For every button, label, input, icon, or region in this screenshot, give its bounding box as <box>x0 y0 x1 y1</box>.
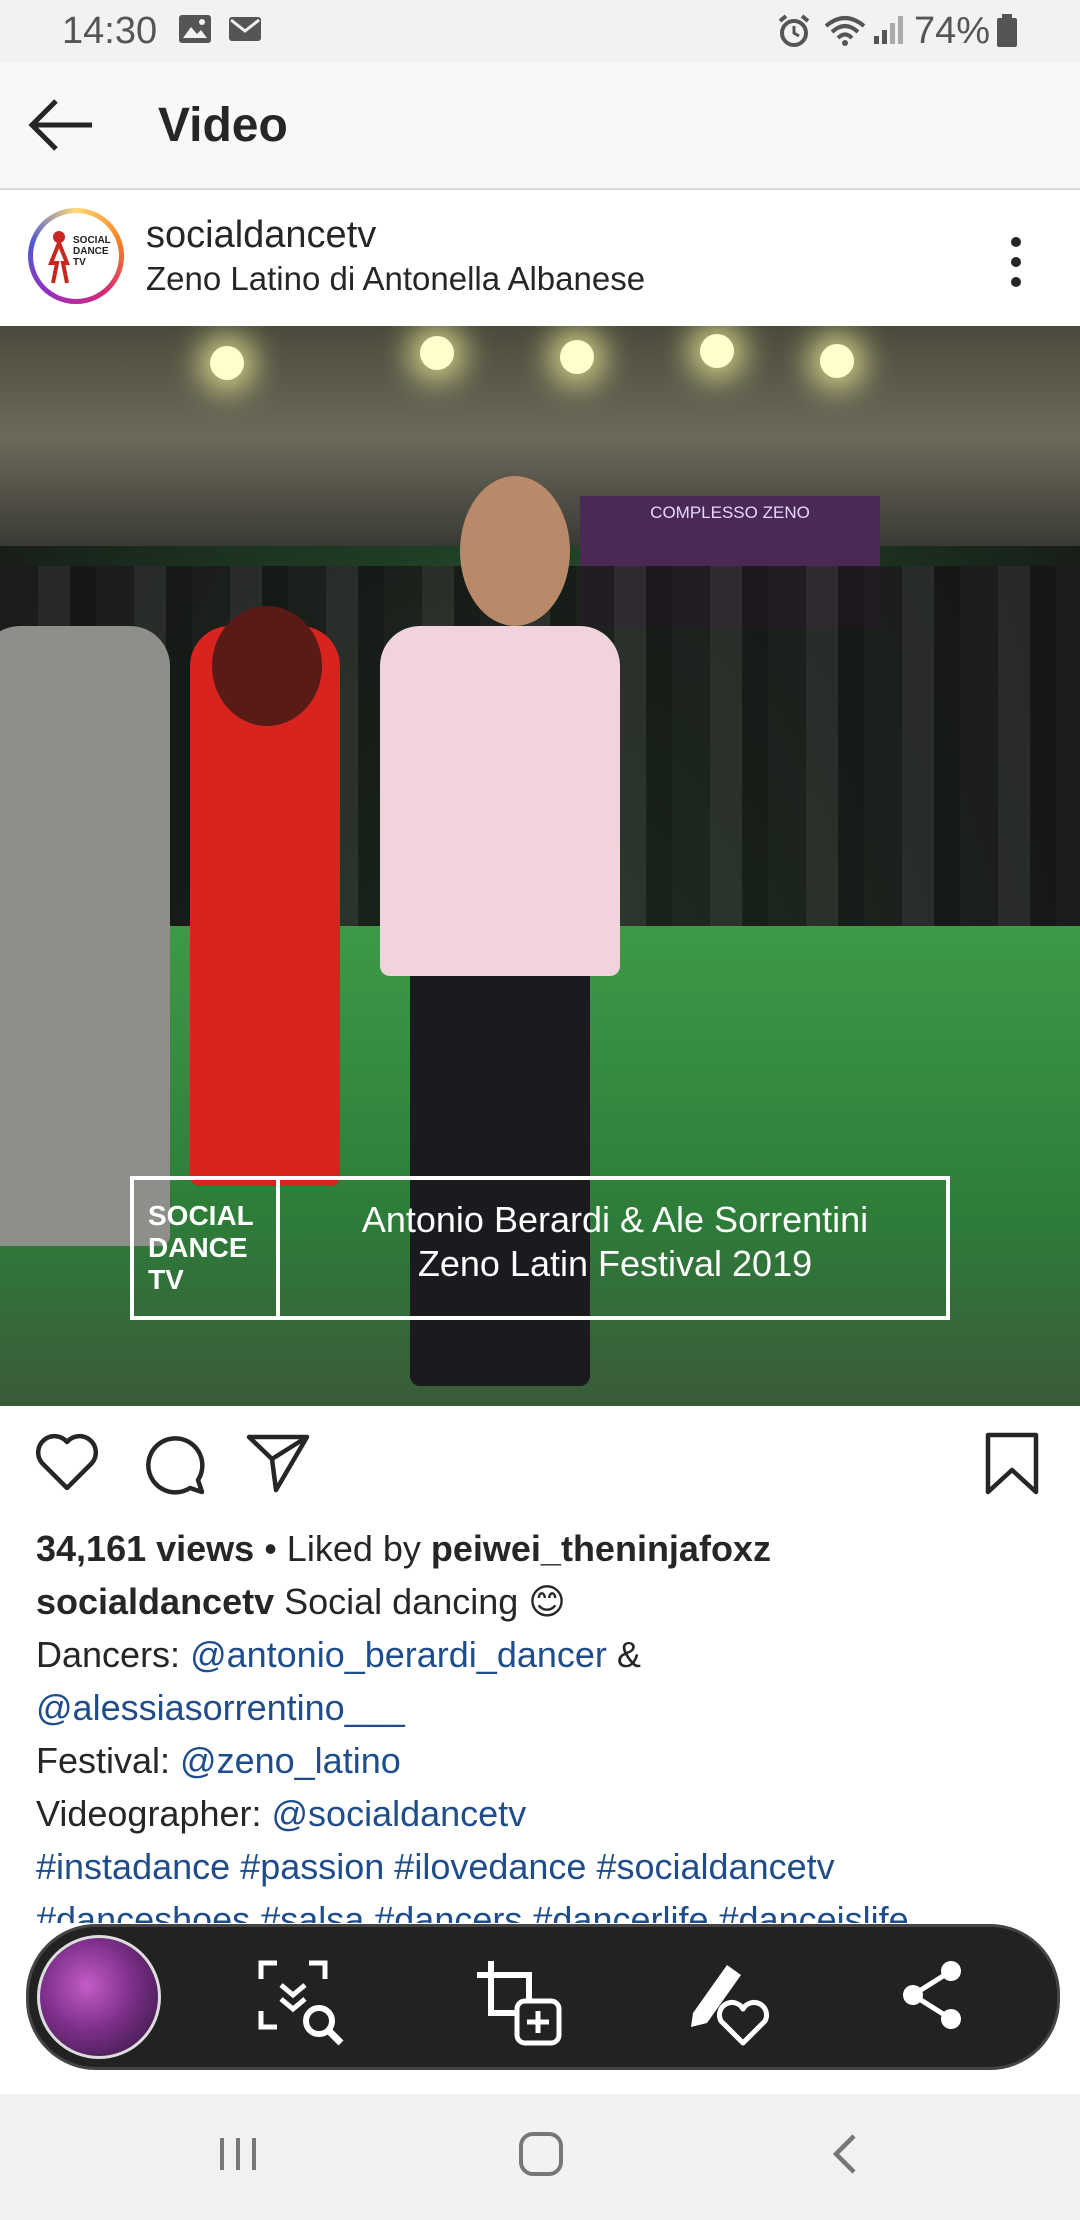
battery-percent: 74% <box>914 10 991 52</box>
post-location[interactable]: Zeno Latino di Antonella Albanese <box>146 260 645 298</box>
hashtag-link[interactable]: #salsa <box>260 1899 364 1923</box>
festival-label: Festival: <box>36 1740 181 1781</box>
home-icon[interactable] <box>516 2124 566 2184</box>
comment-icon[interactable] <box>142 1432 206 1496</box>
app-bar: Video <box>0 62 1080 190</box>
videographer-label: Videographer: <box>36 1793 272 1834</box>
alarm-icon <box>778 14 810 47</box>
stage-light <box>560 340 594 374</box>
overlay-caption-line: Antonio Berardi & Ale Sorrentini <box>361 1199 869 1240</box>
stage-light <box>210 346 244 380</box>
video-player[interactable]: COMPLESSO ZENO SOCIAL DANCE TV Antonio B… <box>0 326 1080 1406</box>
caption-row: socialdancetv Social dancing 😊 <box>36 1575 1046 1628</box>
stage-light <box>820 344 854 378</box>
liked-by-user[interactable]: peiwei_theninjafoxz <box>431 1528 771 1569</box>
hashtag-link[interactable]: #passion <box>240 1846 384 1887</box>
post-header: SOCIAL DANCE TV socialdancetv Zeno Latin… <box>0 190 1080 326</box>
signal-icon <box>874 16 903 44</box>
mention-link[interactable]: @antonio_berardi_dancer <box>190 1634 607 1675</box>
likes-row: 34,161 views • Liked by peiwei_theninjaf… <box>36 1522 1046 1575</box>
bookmark-icon[interactable] <box>984 1432 1040 1496</box>
dancer-figure <box>212 606 322 726</box>
stage-light <box>700 334 734 368</box>
hashtag-link[interactable]: #ilovedance <box>394 1846 586 1887</box>
share-icon[interactable] <box>895 1957 985 2047</box>
hashtag-link[interactable]: #dancerlife <box>532 1899 708 1923</box>
hashtag-link[interactable]: #danceislife <box>719 1899 909 1923</box>
mention-link[interactable]: @alessiasorrentino___ <box>36 1687 405 1728</box>
avatar-logo-line: TV <box>73 257 86 268</box>
hashtags-row: #danceshoes #salsa #dancers #dancerlife … <box>36 1893 1046 1923</box>
overlay-brand-line: DANCE <box>148 1232 248 1263</box>
and-text: & <box>606 1634 641 1675</box>
battery-icon <box>997 14 1017 47</box>
wifi-icon <box>824 16 866 46</box>
caption-text: Social dancing 😊 <box>274 1581 566 1622</box>
mention-link[interactable]: @zeno_latino <box>180 1740 401 1781</box>
avatar[interactable]: SOCIAL DANCE TV <box>28 208 124 304</box>
dancer-figure <box>410 956 590 1386</box>
stage-light <box>420 336 454 370</box>
send-icon[interactable] <box>246 1432 310 1494</box>
dancer-figure <box>0 626 170 1246</box>
post-details: 34,161 views • Liked by peiwei_theninjaf… <box>36 1522 1046 1923</box>
avatar-logo-line: DANCE <box>73 246 109 257</box>
hashtags-row: #instadance #passion #ilovedance #social… <box>36 1840 1046 1893</box>
caption-username[interactable]: socialdancetv <box>36 1581 274 1622</box>
overlay-brand-line: TV <box>148 1264 184 1295</box>
view-count: 34,161 views <box>36 1528 255 1569</box>
scroll-capture-icon[interactable] <box>255 1957 345 2047</box>
mention-link[interactable]: @socialdancetv <box>272 1793 527 1834</box>
status-bar: 14:30 74% <box>0 0 1080 62</box>
dancer-logo-icon <box>48 231 70 284</box>
avatar-logo-line: SOCIAL <box>73 235 111 246</box>
dancer2-row: @alessiasorrentino___ <box>36 1681 1046 1734</box>
liked-by-text: • Liked by <box>254 1528 431 1569</box>
image-icon <box>179 15 211 43</box>
screenshot-thumbnail[interactable] <box>37 1935 161 2059</box>
dancer-figure <box>460 476 570 626</box>
heart-icon[interactable] <box>34 1432 100 1492</box>
mail-icon <box>229 17 261 41</box>
avatar-logo: SOCIAL DANCE TV <box>33 213 119 299</box>
festival-row: Festival: @zeno_latino <box>36 1734 1046 1787</box>
back-arrow-icon[interactable] <box>26 94 96 156</box>
video-title-overlay: SOCIAL DANCE TV Antonio Berardi & Ale So… <box>130 1176 950 1320</box>
overlay-brand: SOCIAL DANCE TV <box>134 1180 280 1316</box>
avatar-logo-text: SOCIAL DANCE TV <box>73 235 111 268</box>
system-nav-bar <box>0 2094 1080 2220</box>
videographer-row: Videographer: @socialdancetv <box>36 1787 1046 1840</box>
draw-icon[interactable] <box>685 1957 775 2047</box>
post-actions <box>0 1406 1080 1530</box>
back-nav-icon[interactable] <box>826 2124 866 2184</box>
hashtag-link[interactable]: #socialdancetv <box>596 1846 834 1887</box>
recent-apps-icon[interactable] <box>216 2124 260 2184</box>
dancers-row: Dancers: @antonio_berardi_dancer & <box>36 1628 1046 1681</box>
more-options-icon[interactable] <box>996 232 1036 292</box>
page-title: Video <box>158 99 288 152</box>
hashtag-link[interactable]: #dancers <box>374 1899 522 1923</box>
dancer-figure <box>380 626 620 976</box>
post-username[interactable]: socialdancetv <box>146 214 376 257</box>
overlay-caption: Antonio Berardi & Ale Sorrentini Zeno La… <box>284 1198 946 1286</box>
dancers-label: Dancers: <box>36 1634 191 1675</box>
screenshot-toolbar <box>26 1924 1060 2070</box>
overlay-caption-line: Zeno Latin Festival 2019 <box>417 1243 813 1284</box>
crop-icon[interactable] <box>473 1957 563 2047</box>
status-time: 14:30 <box>62 10 158 52</box>
overlay-brand-line: SOCIAL <box>148 1200 254 1231</box>
hashtag-link[interactable]: #danceshoes <box>36 1899 250 1923</box>
hashtag-link[interactable]: #instadance <box>36 1846 230 1887</box>
